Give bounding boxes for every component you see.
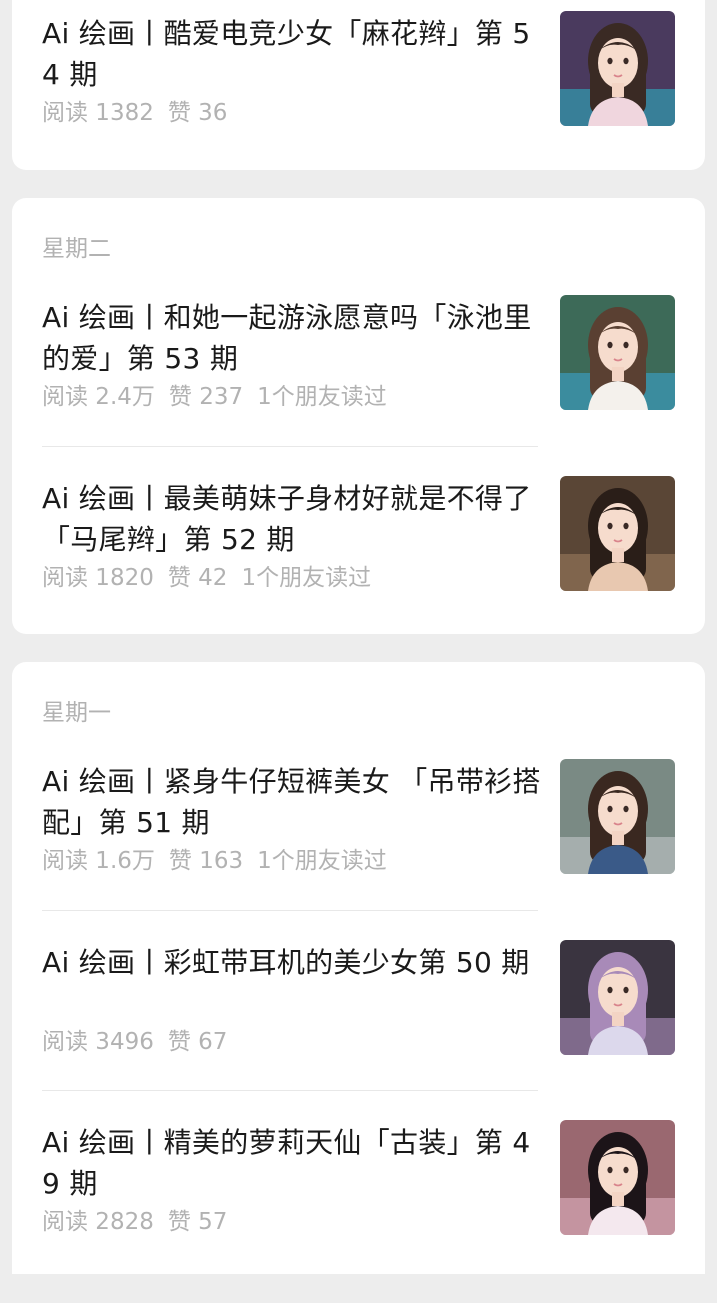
article-thumbnail[interactable] (560, 11, 675, 126)
article-item[interactable]: Ai 绘画丨精美的萝莉天仙「古装」第 49 期 阅读 2828 赞 57 (12, 1120, 705, 1303)
read-count: 阅读 1.6万 (42, 848, 155, 874)
read-count: 阅读 1820 (42, 565, 154, 591)
article-thumbnail[interactable] (560, 1120, 675, 1235)
article-meta: 阅读 1.6万赞 163 1个朋友读过 (42, 846, 401, 876)
portrait-image (560, 759, 675, 874)
article-item[interactable]: Ai 绘画丨最美萌妹子身材好就是不得了「马尾辫」第 52 期 阅读 1820 赞 … (12, 476, 705, 659)
article-card: Ai 绘画丨酷爱电竞少女「麻花辫」第 54 期 阅读 1382 赞 36 (12, 0, 705, 170)
article-meta: 阅读 2.4万赞 237 1个朋友读过 (42, 382, 401, 412)
article-thumbnail[interactable] (560, 476, 675, 591)
day-card-tuesday: 星期二 Ai 绘画丨和她一起游泳愿意吗「泳池里的爱」第 53 期 阅读 2.4万… (12, 198, 705, 634)
like-count: 赞 57 (167, 1209, 228, 1235)
article-item[interactable]: Ai 绘画丨和她一起游泳愿意吗「泳池里的爱」第 53 期 阅读 2.4万赞 23… (12, 295, 705, 478)
article-meta: 阅读 3496 赞 67 (42, 1027, 255, 1057)
article-thumbnail[interactable] (560, 295, 675, 410)
read-count: 阅读 2828 (42, 1209, 154, 1235)
portrait-image (560, 476, 675, 591)
friends-read: 1个朋友读过 (257, 384, 387, 410)
like-count: 赞 67 (167, 1029, 228, 1055)
article-thumbnail[interactable] (560, 759, 675, 874)
divider (42, 1090, 538, 1091)
article-title[interactable]: Ai 绘画丨彩虹带耳机的美少女第 50 期 (42, 942, 542, 983)
article-item[interactable]: Ai 绘画丨紧身牛仔短裤美女 「吊带衫搭配」第 51 期 阅读 1.6万赞 16… (12, 759, 705, 942)
like-count: 赞 163 (168, 848, 244, 874)
day-label: 星期一 (42, 700, 111, 726)
read-count: 阅读 1382 (42, 100, 154, 126)
like-count: 赞 237 (168, 384, 244, 410)
read-count: 阅读 2.4万 (42, 384, 155, 410)
portrait-image (560, 1120, 675, 1235)
article-meta: 阅读 1382 赞 36 (42, 98, 255, 128)
article-title[interactable]: Ai 绘画丨精美的萝莉天仙「古装」第 49 期 (42, 1122, 542, 1204)
portrait-image (560, 295, 675, 410)
portrait-image (560, 940, 675, 1055)
article-title[interactable]: Ai 绘画丨紧身牛仔短裤美女 「吊带衫搭配」第 51 期 (42, 761, 542, 843)
article-title[interactable]: Ai 绘画丨酷爱电竞少女「麻花辫」第 54 期 (42, 13, 542, 95)
read-count: 阅读 3496 (42, 1029, 154, 1055)
article-meta: 阅读 1820 赞 42 1个朋友读过 (42, 563, 385, 593)
article-item[interactable]: Ai 绘画丨酷爱电竞少女「麻花辫」第 54 期 阅读 1382 赞 36 (12, 11, 705, 194)
article-title[interactable]: Ai 绘画丨和她一起游泳愿意吗「泳池里的爱」第 53 期 (42, 297, 542, 379)
like-count: 赞 36 (167, 100, 228, 126)
article-item[interactable]: Ai 绘画丨彩虹带耳机的美少女第 50 期 阅读 3496 赞 67 (12, 940, 705, 1123)
portrait-image (560, 11, 675, 126)
article-thumbnail[interactable] (560, 940, 675, 1055)
friends-read: 1个朋友读过 (241, 565, 372, 591)
friends-read: 1个朋友读过 (257, 848, 387, 874)
divider (42, 446, 538, 447)
day-card-monday: 星期一 Ai 绘画丨紧身牛仔短裤美女 「吊带衫搭配」第 51 期 阅读 1.6万… (12, 662, 705, 1274)
article-title[interactable]: Ai 绘画丨最美萌妹子身材好就是不得了「马尾辫」第 52 期 (42, 478, 542, 560)
article-meta: 阅读 2828 赞 57 (42, 1207, 255, 1237)
divider (42, 910, 538, 911)
day-label: 星期二 (42, 236, 111, 262)
like-count: 赞 42 (167, 565, 228, 591)
